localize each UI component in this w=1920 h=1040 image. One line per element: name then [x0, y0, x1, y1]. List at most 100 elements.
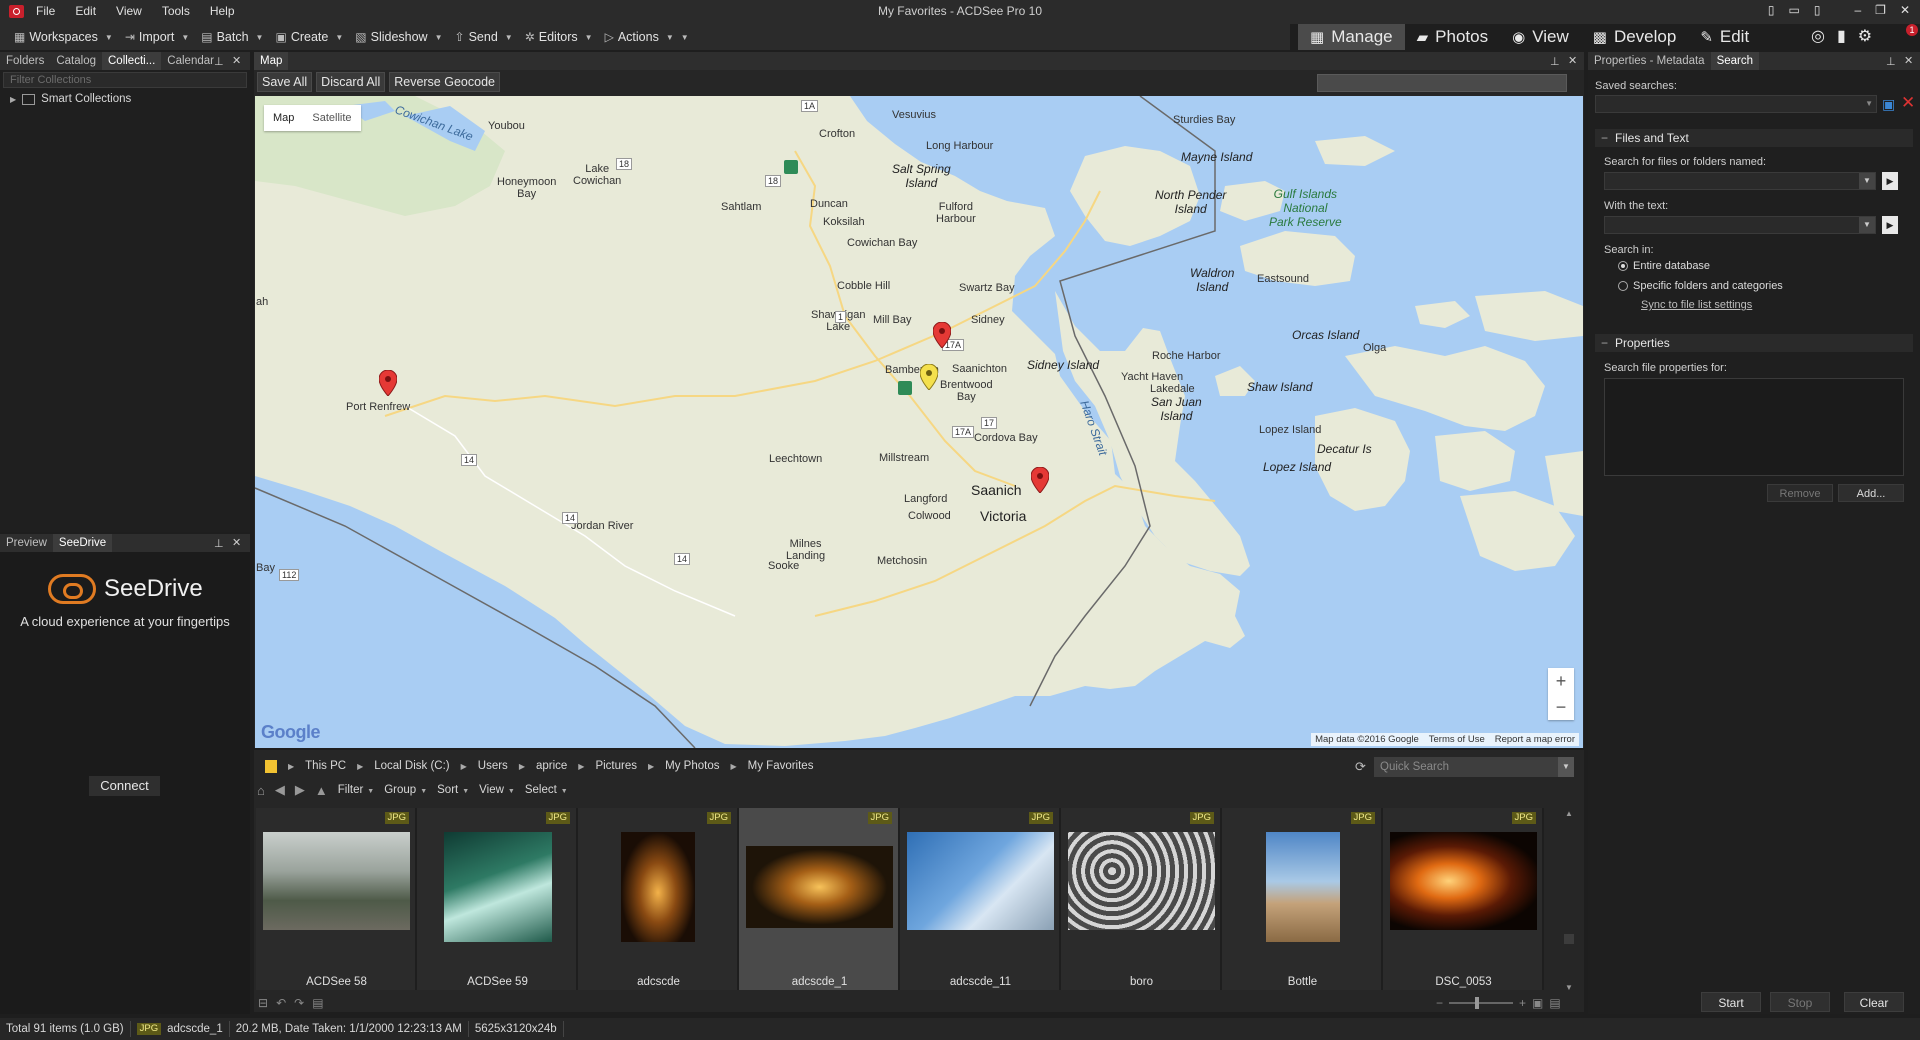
- menu-tools[interactable]: Tools: [162, 4, 190, 18]
- save-icon[interactable]: ▣: [1882, 96, 1895, 113]
- breadcrumb-item[interactable]: aprice: [536, 760, 567, 772]
- chevron-down-icon[interactable]: ▼: [1558, 757, 1574, 777]
- location-pin-red[interactable]: [933, 322, 951, 348]
- home-icon[interactable]: ⌂: [257, 783, 265, 798]
- slideshow-button[interactable]: ▧ Slideshow ▼: [355, 30, 442, 44]
- properties-list[interactable]: [1604, 378, 1904, 476]
- mode-photos[interactable]: ▰ Photos: [1405, 24, 1500, 50]
- thumbnail-item[interactable]: JPG ACDSee 58: [256, 808, 417, 990]
- tab-properties-metadata[interactable]: Properties - Metadata: [1588, 52, 1711, 70]
- pin-icon[interactable]: ⊥: [1550, 55, 1560, 68]
- filter-menu[interactable]: Filter ▼: [338, 784, 375, 796]
- connect-button[interactable]: Connect: [89, 776, 160, 796]
- filter-collections-input[interactable]: Filter Collections: [3, 72, 247, 88]
- map-search-input[interactable]: [1317, 74, 1567, 92]
- breadcrumb-item[interactable]: Local Disk (C:): [374, 760, 449, 772]
- mode-manage[interactable]: ▦ Manage: [1298, 24, 1405, 50]
- sync-settings-link[interactable]: Sync to file list settings: [1641, 299, 1752, 311]
- with-text-input[interactable]: ▼: [1604, 216, 1876, 234]
- send-button[interactable]: ⇧ Send ▼: [455, 30, 513, 44]
- close-panel-icon[interactable]: ✕: [1568, 54, 1577, 67]
- group-menu[interactable]: Group ▼: [384, 784, 427, 796]
- details-view-icon[interactable]: ▤: [1549, 996, 1560, 1010]
- tab-calendar[interactable]: Calendar: [161, 52, 220, 70]
- notifications-icon[interactable]: ⚙: [1858, 26, 1872, 46]
- slider-track[interactable]: [1449, 997, 1514, 1009]
- close-panel-icon[interactable]: ✕: [232, 536, 241, 549]
- back-icon[interactable]: ◀: [275, 782, 285, 798]
- workspaces-button[interactable]: ▦ Workspaces ▼: [14, 30, 113, 44]
- tab-search[interactable]: Search: [1710, 52, 1760, 70]
- delete-icon[interactable]: ✕: [1901, 93, 1915, 113]
- breadcrumb-item[interactable]: Users: [478, 760, 508, 772]
- menu-view[interactable]: View: [116, 4, 142, 18]
- report-error-link[interactable]: Report a map error: [1495, 734, 1575, 745]
- breadcrumb-item[interactable]: Pictures: [595, 760, 637, 772]
- menu-file[interactable]: File: [36, 4, 55, 18]
- thumbnail-view-icon[interactable]: ▣: [1532, 996, 1543, 1010]
- slider-knob[interactable]: [1475, 997, 1480, 1009]
- start-button[interactable]: Start: [1701, 992, 1761, 1012]
- pin-icon[interactable]: ⊥: [214, 537, 224, 550]
- tab-seedrive[interactable]: SeeDrive: [52, 534, 113, 552]
- tab-map[interactable]: Map: [254, 52, 289, 70]
- pin-icon[interactable]: ⊥: [214, 55, 224, 68]
- files-text-section[interactable]: Files and Text: [1595, 129, 1913, 147]
- map-canvas[interactable]: Youbou Cowichan Lake Lake Cowichan Honey…: [255, 96, 1583, 748]
- rotate-right-icon[interactable]: ↷: [294, 996, 304, 1010]
- location-pin-selected[interactable]: [920, 364, 938, 390]
- thumbnail-item[interactable]: JPG ACDSee 59: [417, 808, 578, 990]
- file-name-input[interactable]: ▼: [1604, 172, 1876, 190]
- breadcrumb-item[interactable]: This PC: [305, 760, 346, 772]
- tab-catalog[interactable]: Catalog: [50, 52, 102, 70]
- entire-database-radio[interactable]: Entire database: [1618, 260, 1710, 272]
- dashboard-icon[interactable]: ▮: [1837, 26, 1846, 46]
- terms-link[interactable]: Terms of Use: [1429, 734, 1485, 745]
- reverse-geocode-button[interactable]: Reverse Geocode: [389, 72, 500, 92]
- up-icon[interactable]: ▲: [315, 783, 328, 798]
- zoom-out-icon[interactable]: −: [1436, 996, 1443, 1010]
- rotate-left-icon[interactable]: ↶: [276, 996, 286, 1010]
- tab-collections[interactable]: Collecti...: [102, 52, 162, 70]
- saved-searches-select[interactable]: ▼: [1595, 95, 1877, 113]
- specific-folders-radio[interactable]: Specific folders and categories: [1618, 280, 1783, 292]
- location-pin-red[interactable]: [379, 370, 397, 396]
- layout-right-icon[interactable]: ▯: [1814, 3, 1821, 17]
- editors-button[interactable]: ✲ Editors ▼: [525, 30, 593, 44]
- remove-button[interactable]: Remove: [1767, 484, 1833, 502]
- 365-icon[interactable]: ◎: [1811, 26, 1825, 46]
- close-panel-icon[interactable]: ✕: [232, 54, 241, 67]
- map-type-map-button[interactable]: Map: [264, 105, 303, 131]
- actions-button[interactable]: ▷ Actions ▼ ▼: [605, 30, 689, 44]
- go-icon[interactable]: ▶: [1882, 216, 1898, 234]
- location-pin-red[interactable]: [1031, 467, 1049, 493]
- mode-develop[interactable]: ▩ Develop: [1581, 24, 1689, 50]
- mode-view[interactable]: ◉ View: [1500, 24, 1581, 50]
- chevron-down-icon[interactable]: ▼: [1859, 173, 1875, 189]
- thumbnail-item[interactable]: JPG DSC_0053: [1383, 808, 1544, 990]
- go-icon[interactable]: ▶: [1882, 172, 1898, 190]
- thumbnail-scrollbar[interactable]: ▲ ▼: [1562, 806, 1576, 992]
- thumbnail-item[interactable]: JPG adcscde_1: [739, 808, 900, 990]
- zoom-in-icon[interactable]: +: [1519, 996, 1526, 1010]
- map-type-satellite-button[interactable]: Satellite: [303, 105, 360, 131]
- stop-button[interactable]: Stop: [1770, 992, 1830, 1012]
- sort-menu[interactable]: Sort ▼: [437, 784, 469, 796]
- menu-help[interactable]: Help: [210, 4, 235, 18]
- expand-icon[interactable]: ▶: [10, 95, 16, 104]
- thumbnail-size-slider[interactable]: − + ▣ ▤: [1436, 996, 1561, 1010]
- menu-edit[interactable]: Edit: [75, 4, 96, 18]
- thumbnail-item[interactable]: JPG adcscde_11: [900, 808, 1061, 990]
- minimize-icon[interactable]: –: [1854, 3, 1861, 17]
- smart-collections-item[interactable]: ▶ Smart Collections: [10, 93, 131, 105]
- breadcrumb-item[interactable]: My Favorites: [748, 760, 814, 772]
- tab-folders[interactable]: Folders: [0, 52, 50, 70]
- mode-edit[interactable]: ✎ Edit: [1688, 24, 1761, 50]
- add-button[interactable]: Add...: [1838, 484, 1904, 502]
- chevron-down-icon[interactable]: ▼: [1859, 217, 1875, 233]
- options-icon[interactable]: ⊟: [258, 996, 268, 1010]
- close-icon[interactable]: ✕: [1900, 3, 1910, 17]
- stack-icon[interactable]: ▤: [312, 996, 323, 1010]
- pin-icon[interactable]: ⊥: [1886, 55, 1896, 68]
- batch-button[interactable]: ▤ Batch ▼: [201, 30, 263, 44]
